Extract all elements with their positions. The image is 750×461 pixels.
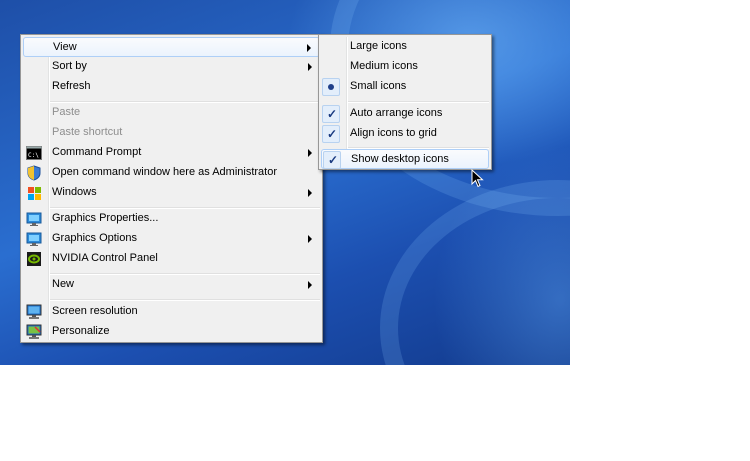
menu-item-label: Graphics Options	[52, 232, 137, 244]
menu-item-label: Align icons to grid	[350, 127, 437, 139]
submenu-arrow-icon	[307, 44, 311, 52]
view-submenu: Large icons Medium icons Small icons ✓ A…	[318, 34, 492, 170]
shield-icon	[26, 165, 42, 181]
menu-item-label: Windows	[52, 186, 97, 198]
menu-item-sort-by[interactable]: Sort by	[23, 57, 320, 77]
menu-item-refresh[interactable]: Refresh	[23, 77, 320, 97]
submenu-arrow-icon	[308, 235, 312, 243]
menu-item-label: Personalize	[52, 325, 110, 337]
radio-selected-icon	[322, 78, 340, 96]
menu-item-label: Small icons	[350, 80, 407, 92]
command-prompt-icon: C:\	[26, 145, 42, 161]
windows-logo-icon	[26, 185, 42, 201]
menu-separator	[50, 207, 320, 208]
menu-item-personalize[interactable]: Personalize	[23, 322, 320, 342]
graphics-options-icon	[26, 231, 42, 247]
menu-item-show-desktop-icons[interactable]: ✓ Show desktop icons	[321, 149, 489, 169]
menu-item-label: Medium icons	[350, 60, 418, 72]
menu-item-large-icons[interactable]: Large icons	[321, 37, 489, 57]
desktop-context-menu: View Sort by Refresh Paste Paste shortcu…	[20, 34, 323, 343]
menu-item-paste: Paste	[23, 103, 320, 123]
graphics-properties-icon	[26, 211, 42, 227]
menu-item-label: View	[53, 41, 77, 53]
menu-separator	[50, 101, 320, 102]
menu-item-small-icons[interactable]: Small icons	[321, 77, 489, 97]
menu-item-auto-arrange-icons[interactable]: ✓ Auto arrange icons	[321, 104, 489, 124]
menu-item-label: New	[52, 278, 75, 290]
menu-item-label: Paste shortcut	[52, 126, 123, 138]
menu-item-open-command-admin[interactable]: Open command window here as Administrato…	[23, 163, 320, 183]
menu-item-align-icons-to-grid[interactable]: ✓ Align icons to grid	[321, 124, 489, 144]
menu-item-label: Show desktop icons	[351, 153, 449, 165]
menu-item-label: Screen resolution	[52, 305, 138, 317]
checkmark-icon: ✓	[322, 105, 340, 123]
menu-item-command-prompt[interactable]: C:\ Command Prompt	[23, 143, 320, 163]
menu-item-label: Open command window here as Administrato…	[52, 166, 277, 178]
personalize-icon	[26, 324, 42, 340]
menu-item-label: Refresh	[52, 80, 91, 92]
wallpaper-swirl	[380, 180, 570, 365]
menu-separator	[348, 147, 489, 148]
menu-item-label: Large icons	[350, 40, 407, 52]
mouse-pointer-icon	[471, 169, 484, 188]
checkmark-icon: ✓	[322, 125, 340, 143]
menu-item-windows[interactable]: Windows	[23, 183, 320, 203]
monitor-icon	[26, 304, 42, 320]
checkmark-icon: ✓	[323, 151, 341, 169]
menu-item-label: NVIDIA Control Panel	[52, 252, 158, 264]
submenu-arrow-icon	[308, 149, 312, 157]
menu-separator	[50, 273, 320, 274]
menu-item-graphics-properties[interactable]: Graphics Properties...	[23, 209, 320, 229]
menu-item-medium-icons[interactable]: Medium icons	[321, 57, 489, 77]
menu-item-label: Auto arrange icons	[350, 107, 443, 119]
menu-item-label: Paste	[52, 106, 81, 118]
menu-separator	[348, 101, 489, 102]
submenu-arrow-icon	[308, 189, 312, 197]
submenu-arrow-icon	[308, 281, 312, 289]
menu-separator	[50, 299, 320, 300]
menu-item-new[interactable]: New	[23, 275, 320, 295]
menu-item-paste-shortcut: Paste shortcut	[23, 123, 320, 143]
menu-item-screen-resolution[interactable]: Screen resolution	[23, 302, 320, 322]
menu-item-nvidia-control-panel[interactable]: NVIDIA Control Panel	[23, 249, 320, 269]
submenu-arrow-icon	[308, 63, 312, 71]
menu-item-label: Command Prompt	[52, 146, 142, 158]
menu-item-label: Graphics Properties...	[52, 212, 159, 224]
nvidia-icon	[26, 251, 42, 267]
menu-item-view[interactable]: View	[23, 37, 320, 57]
menu-item-label: Sort by	[52, 60, 87, 72]
menu-item-graphics-options[interactable]: Graphics Options	[23, 229, 320, 249]
svg-text:C:\: C:\	[28, 152, 39, 159]
